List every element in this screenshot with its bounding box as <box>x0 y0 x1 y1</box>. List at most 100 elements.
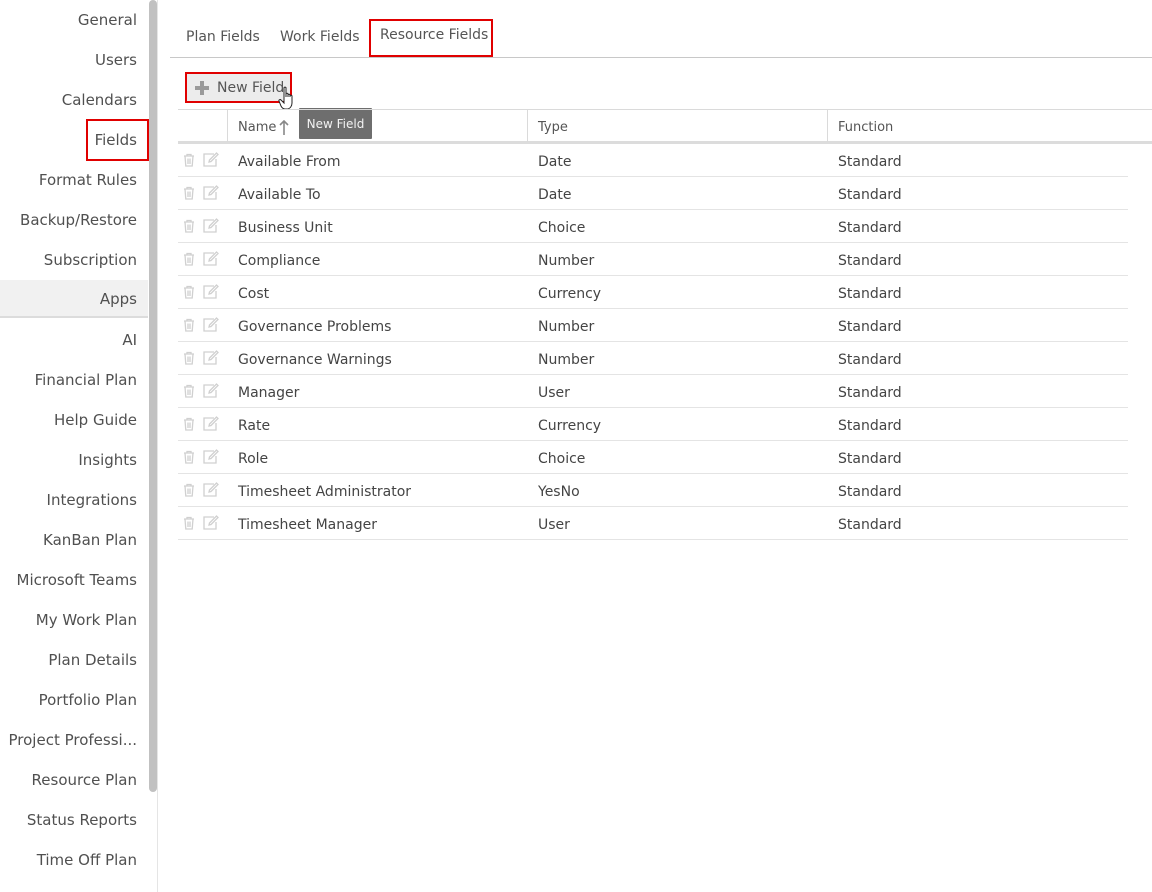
tab-work-fields[interactable]: Work Fields <box>280 29 360 45</box>
settings-sidebar: General Users Calendars Fields Format Ru… <box>0 0 149 892</box>
grid-body: Available From Date Standard Available To Da… <box>178 144 1152 540</box>
sidebar-item-subscription[interactable]: Subscription <box>44 251 137 269</box>
trash-icon[interactable] <box>183 186 195 200</box>
sidebar-item-kanban-plan[interactable]: KanBan Plan <box>43 531 137 549</box>
edit-icon[interactable] <box>203 218 219 233</box>
trash-icon[interactable] <box>183 516 195 530</box>
cell-name: Timesheet Manager <box>238 517 377 533</box>
edit-icon[interactable] <box>203 185 219 200</box>
cell-type: Number <box>538 253 595 269</box>
cell-function: Standard <box>838 451 902 467</box>
trash-icon[interactable] <box>183 252 195 266</box>
cell-name: Business Unit <box>238 220 333 236</box>
cell-type: Currency <box>538 418 602 434</box>
grid-header: Name Type Function <box>178 109 1152 144</box>
cell-type: Choice <box>538 451 586 467</box>
cell-name: Available From <box>238 154 341 170</box>
table-row[interactable]: Governance Problems Number Standard <box>178 309 1128 342</box>
table-row[interactable]: Timesheet Administrator YesNo Standard <box>178 474 1128 507</box>
sidebar-item-my-work-plan[interactable]: My Work Plan <box>36 611 137 629</box>
trash-icon[interactable] <box>183 450 195 464</box>
column-separator <box>227 110 228 142</box>
edit-icon[interactable] <box>203 449 219 464</box>
new-field-button-label: New Field <box>217 79 285 96</box>
cell-function: Standard <box>838 220 902 236</box>
sort-ascending-icon <box>279 120 289 135</box>
edit-icon[interactable] <box>203 515 219 530</box>
sidebar-item-status-reports[interactable]: Status Reports <box>27 811 137 829</box>
sidebar-item-financial-plan[interactable]: Financial Plan <box>35 371 137 389</box>
table-row[interactable]: Business Unit Choice Standard <box>178 210 1128 243</box>
cell-name: Governance Warnings <box>238 352 392 368</box>
cell-function: Standard <box>838 385 902 401</box>
sidebar-item-users[interactable]: Users <box>95 51 137 69</box>
cell-function: Standard <box>838 484 902 500</box>
cell-name: Rate <box>238 418 271 434</box>
cell-name: Manager <box>238 385 300 401</box>
sidebar-item-portfolio-plan[interactable]: Portfolio Plan <box>39 691 137 709</box>
table-row[interactable]: Role Choice Standard <box>178 441 1128 474</box>
cell-type: Date <box>538 154 572 170</box>
sidebar-item-insights[interactable]: Insights <box>78 451 137 469</box>
cell-name: Role <box>238 451 269 467</box>
cell-type: Choice <box>538 220 586 236</box>
sidebar-item-plan-details[interactable]: Plan Details <box>48 651 137 669</box>
sidebar-item-help-guide[interactable]: Help Guide <box>54 411 137 429</box>
cell-function: Standard <box>838 187 902 203</box>
tab-plan-fields[interactable]: Plan Fields <box>186 29 260 45</box>
edit-icon[interactable] <box>203 152 219 167</box>
cell-name: Governance Problems <box>238 319 392 335</box>
trash-icon[interactable] <box>183 351 195 365</box>
table-row[interactable]: Governance Warnings Number Standard <box>178 342 1128 375</box>
cell-function: Standard <box>838 253 902 269</box>
trash-icon[interactable] <box>183 285 195 299</box>
cell-type: User <box>538 385 570 401</box>
trash-icon[interactable] <box>183 219 195 233</box>
cell-type: Number <box>538 319 595 335</box>
column-header-function[interactable]: Function <box>838 120 893 135</box>
table-row[interactable]: Available To Date Standard <box>178 177 1128 210</box>
edit-icon[interactable] <box>203 482 219 497</box>
trash-icon[interactable] <box>183 384 195 398</box>
sidebar-section-apps[interactable]: Apps <box>0 280 148 318</box>
cell-type: Currency <box>538 286 602 302</box>
sidebar-item-ai[interactable]: AI <box>122 331 137 349</box>
plus-icon <box>195 80 209 95</box>
edit-icon[interactable] <box>203 416 219 431</box>
trash-icon[interactable] <box>183 417 195 431</box>
table-row[interactable]: Available From Date Standard <box>178 144 1128 177</box>
sidebar-item-time-off-plan[interactable]: Time Off Plan <box>37 851 137 869</box>
sidebar-item-project-professional[interactable]: Project Professi... <box>9 731 138 749</box>
cell-name: Cost <box>238 286 270 302</box>
trash-icon[interactable] <box>183 153 195 167</box>
sidebar-item-microsoft-teams[interactable]: Microsoft Teams <box>17 571 138 589</box>
cell-type: User <box>538 517 570 533</box>
column-header-type[interactable]: Type <box>538 120 568 135</box>
table-row[interactable]: Compliance Number Standard <box>178 243 1128 276</box>
sidebar-item-format-rules[interactable]: Format Rules <box>39 171 137 189</box>
new-field-button[interactable]: New Field <box>185 72 292 103</box>
cell-function: Standard <box>838 418 902 434</box>
trash-icon[interactable] <box>183 318 195 332</box>
edit-icon[interactable] <box>203 317 219 332</box>
cell-function: Standard <box>838 352 902 368</box>
table-row[interactable]: Manager User Standard <box>178 375 1128 408</box>
column-separator <box>527 110 528 142</box>
sidebar-item-resource-plan[interactable]: Resource Plan <box>32 771 137 789</box>
edit-icon[interactable] <box>203 383 219 398</box>
edit-icon[interactable] <box>203 251 219 266</box>
trash-icon[interactable] <box>183 483 195 497</box>
sidebar-item-general[interactable]: General <box>78 11 137 29</box>
column-header-name[interactable]: Name <box>238 120 276 135</box>
cell-type: YesNo <box>538 484 580 500</box>
edit-icon[interactable] <box>203 284 219 299</box>
sidebar-scrollbar[interactable] <box>149 0 157 792</box>
sidebar-divider <box>157 0 158 892</box>
table-row[interactable]: Timesheet Manager User Standard <box>178 507 1128 540</box>
sidebar-item-backup-restore[interactable]: Backup/Restore <box>20 211 137 229</box>
sidebar-item-calendars[interactable]: Calendars <box>62 91 137 109</box>
table-row[interactable]: Cost Currency Standard <box>178 276 1128 309</box>
sidebar-item-integrations[interactable]: Integrations <box>47 491 137 509</box>
edit-icon[interactable] <box>203 350 219 365</box>
table-row[interactable]: Rate Currency Standard <box>178 408 1128 441</box>
